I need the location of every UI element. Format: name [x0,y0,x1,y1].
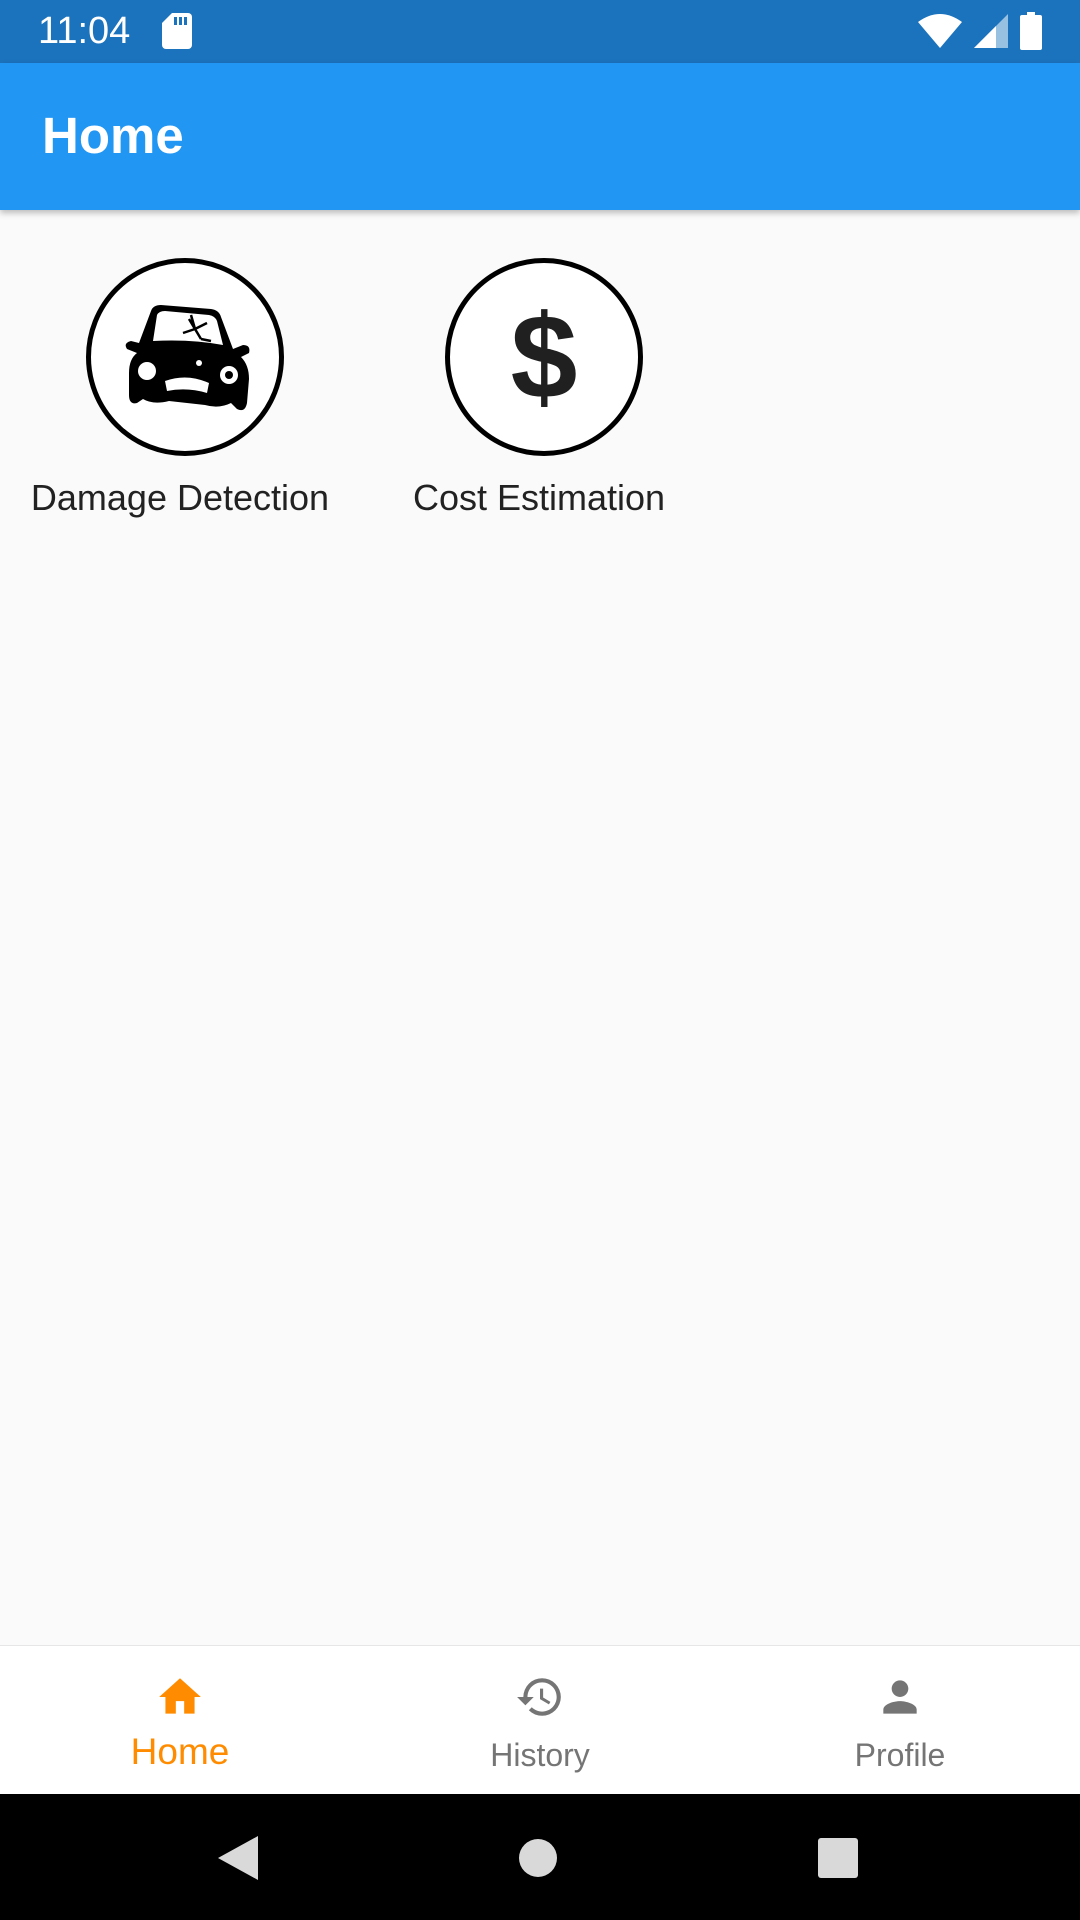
cost-estimation-button[interactable]: $ Cost Estimation [369,258,709,528]
status-bar: 11:04 [0,0,1080,63]
nav-item-history[interactable]: History [360,1646,720,1795]
page-title: Home [42,107,184,164]
status-icons [918,11,1042,51]
sd-card-icon [162,13,192,49]
damaged-car-icon [121,299,251,429]
dollar-icon: $ [510,290,578,424]
nav-label-history: History [490,1737,590,1773]
nav-label-home: Home [130,1731,230,1772]
damage-detection-label: Damage Detection [30,477,330,518]
back-icon[interactable] [216,1834,260,1882]
home-icon [159,1678,201,1714]
damage-detection-button[interactable]: Damage Detection [10,258,350,528]
cell-signal-icon [974,14,1008,48]
cost-estimation-icon-circle: $ [445,258,643,456]
cost-estimation-label: Cost Estimation [412,477,666,518]
nav-item-home[interactable]: Home [0,1646,360,1795]
system-navigation-bar [0,1794,1080,1920]
wifi-icon [918,14,962,48]
person-icon [883,1680,917,1714]
damage-detection-icon-circle [86,258,284,456]
app-bar: Home [0,63,1080,210]
nav-label-profile: Profile [854,1737,946,1773]
home-circle-icon[interactable] [518,1838,558,1878]
bottom-navigation: Home History Profile [0,1645,1080,1795]
nav-item-profile[interactable]: Profile [720,1646,1080,1795]
status-time: 11:04 [38,10,131,52]
recents-icon[interactable] [818,1838,858,1878]
history-icon [517,1678,561,1716]
battery-icon [1020,12,1042,50]
